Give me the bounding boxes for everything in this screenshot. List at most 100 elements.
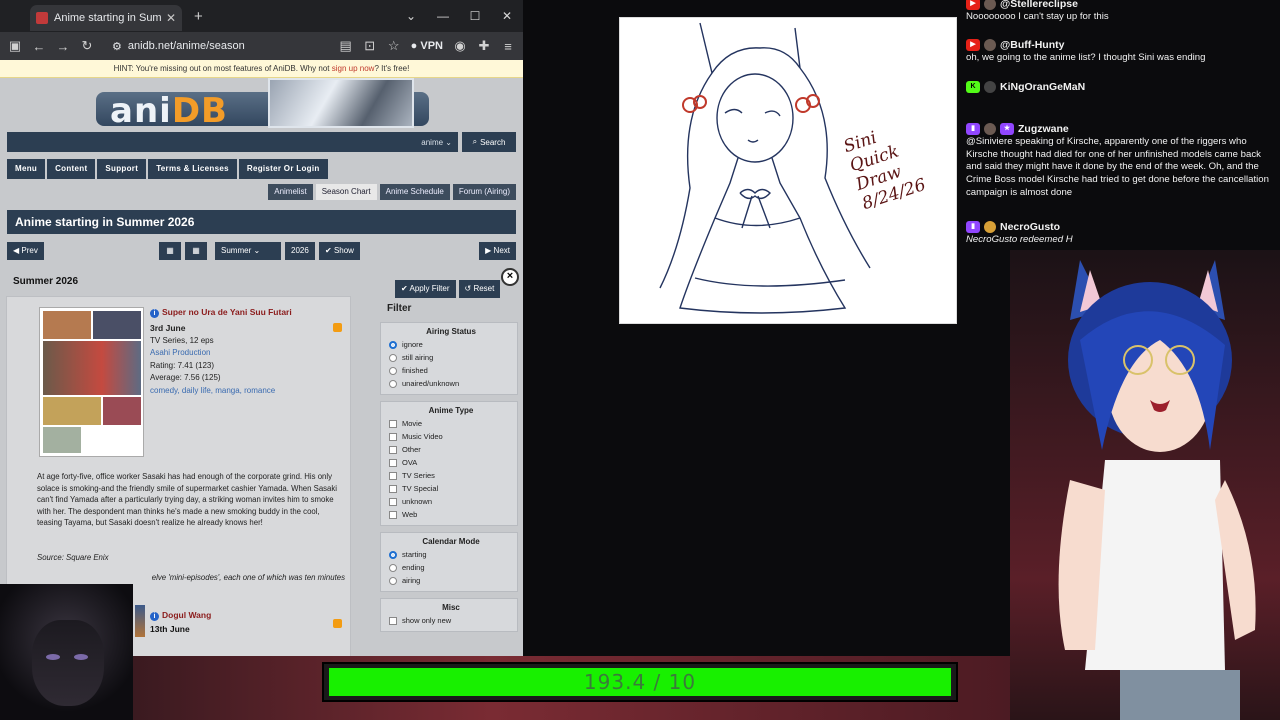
- type-option[interactable]: Other: [389, 443, 513, 456]
- new-tab-button[interactable]: +: [194, 8, 203, 25]
- twitch-icon: ▮: [966, 221, 980, 234]
- radio-selected[interactable]: [389, 550, 397, 559]
- bookmark-icon[interactable]: ☆: [387, 38, 401, 54]
- checkbox[interactable]: [389, 497, 397, 506]
- radio[interactable]: [389, 366, 397, 375]
- radio[interactable]: [389, 379, 397, 388]
- close-window-icon[interactable]: ✕: [491, 9, 523, 23]
- site-info-icon[interactable]: ⚙: [112, 40, 122, 53]
- vpn-button[interactable]: ● VPN: [411, 40, 443, 52]
- search-input[interactable]: anime ⌄: [7, 132, 458, 152]
- radio[interactable]: [389, 563, 397, 572]
- rss-icon-2[interactable]: [333, 619, 342, 628]
- checkbox[interactable]: [389, 616, 397, 625]
- filter-actions: ✔ Apply Filter ↺ Reset: [395, 280, 501, 298]
- airing-option[interactable]: unaired/unknown: [389, 377, 513, 390]
- type-option[interactable]: Movie: [389, 417, 513, 430]
- radio-selected[interactable]: [389, 340, 397, 349]
- close-filter-icon[interactable]: ×: [501, 268, 519, 286]
- reload-icon[interactable]: ↻: [80, 38, 94, 54]
- checkbox[interactable]: [389, 471, 397, 480]
- subnav-forum-airing[interactable]: Forum (Airing): [452, 184, 516, 200]
- prev-button[interactable]: ◀ Prev: [7, 242, 44, 260]
- compact-view-icon[interactable]: ▦: [185, 242, 207, 260]
- anime-title-text: Super no Ura de Yani Suu Futari: [162, 307, 292, 317]
- grid-view-icon[interactable]: ▦: [159, 242, 181, 260]
- calendar-mode-group: Calendar Mode starting ending airing: [380, 532, 518, 592]
- subnav-anime-schedule[interactable]: Anime Schedule: [379, 184, 450, 200]
- rss-icon[interactable]: [333, 323, 342, 332]
- anime-cover-image[interactable]: [39, 307, 144, 457]
- calendar-option[interactable]: airing: [389, 574, 513, 587]
- year-input[interactable]: 2026: [285, 242, 315, 260]
- type-option[interactable]: OVA: [389, 456, 513, 469]
- checkbox[interactable]: [389, 510, 397, 519]
- signup-link[interactable]: sign up now: [332, 64, 375, 73]
- air-date: 3rd June: [150, 323, 186, 333]
- anime-title-link[interactable]: i Super no Ura de Yani Suu Futari: [150, 307, 292, 318]
- checkbox[interactable]: [389, 458, 397, 467]
- chat-text: oh, we going to the anime list? I though…: [966, 51, 1206, 63]
- misc-option[interactable]: show only new: [389, 614, 513, 627]
- anidb-logo[interactable]: aniDB: [110, 91, 228, 131]
- synopsis-note: elve 'mini-episodes', each one of which …: [151, 573, 345, 582]
- checkbox[interactable]: [389, 445, 397, 454]
- tab-close-icon[interactable]: ✕: [166, 11, 176, 25]
- tags-links[interactable]: comedy, daily life, manga, romance: [150, 385, 275, 398]
- nav-register-login[interactable]: Register Or Login: [238, 159, 328, 179]
- nav-support[interactable]: Support: [97, 159, 147, 179]
- airing-option[interactable]: ignore: [389, 338, 513, 351]
- checkbox[interactable]: [389, 432, 397, 441]
- info-icon-2[interactable]: i: [150, 612, 159, 621]
- calendar-option[interactable]: starting: [389, 548, 513, 561]
- tab-anidb[interactable]: Anime starting in Summer 2026 ✕: [30, 5, 182, 31]
- season-select[interactable]: Summer ⌄: [215, 242, 281, 260]
- screenshot-icon[interactable]: ⊡: [363, 38, 377, 54]
- type-option[interactable]: Web: [389, 508, 513, 521]
- checkbox[interactable]: [389, 484, 397, 493]
- nav-menu[interactable]: Menu: [7, 159, 46, 179]
- next-label: Next: [493, 246, 510, 255]
- airing-option[interactable]: finished: [389, 364, 513, 377]
- type-option[interactable]: unknown: [389, 495, 513, 508]
- vpn-label: VPN: [420, 40, 443, 52]
- subnav-season-chart[interactable]: Season Chart: [315, 184, 377, 200]
- search-button[interactable]: ⌕ Search: [462, 132, 516, 152]
- sidebar-icon[interactable]: ▣: [8, 38, 22, 54]
- minimize-icon[interactable]: —: [427, 9, 459, 23]
- nav-content[interactable]: Content: [47, 159, 96, 179]
- type-option[interactable]: Music Video: [389, 430, 513, 443]
- next-button[interactable]: ▶ Next: [479, 242, 516, 260]
- subnav-animelist[interactable]: Animelist: [268, 184, 313, 200]
- radio[interactable]: [389, 353, 397, 362]
- info-icon[interactable]: i: [150, 309, 159, 318]
- apply-filter-button[interactable]: ✔ Apply Filter: [395, 280, 456, 298]
- radio[interactable]: [389, 576, 397, 585]
- forward-icon[interactable]: →: [56, 39, 70, 54]
- option-label: unknown: [402, 497, 433, 506]
- checkbox[interactable]: [389, 419, 397, 428]
- type-option[interactable]: TV Series: [389, 469, 513, 482]
- maximize-icon[interactable]: ☐: [459, 9, 491, 23]
- synopsis-source: Source: Square Enix: [37, 553, 109, 562]
- reset-button[interactable]: ↺ Reset: [458, 280, 501, 298]
- type-option[interactable]: TV Special: [389, 482, 513, 495]
- profile-icon[interactable]: ◉: [453, 38, 467, 54]
- studio-link[interactable]: Asahi Production: [150, 347, 275, 360]
- back-icon[interactable]: ←: [32, 39, 46, 54]
- tab-list-icon[interactable]: ⌄: [395, 9, 427, 23]
- search-scope-select[interactable]: anime: [421, 138, 443, 147]
- extensions-icon[interactable]: ✚: [477, 38, 491, 54]
- option-label: Web: [402, 510, 418, 519]
- anime-cover-image-2[interactable]: [135, 605, 145, 637]
- address-bar[interactable]: ⚙ anidb.net/anime/season: [112, 40, 322, 53]
- show-label: Show: [333, 246, 354, 255]
- reader-view-icon[interactable]: ▤: [339, 38, 353, 54]
- show-button[interactable]: ✔ Show: [319, 242, 360, 260]
- menu-icon[interactable]: ≡: [501, 39, 515, 54]
- anime-title-link-2[interactable]: i Dogul Wang: [150, 610, 211, 621]
- calendar-option[interactable]: ending: [389, 561, 513, 574]
- address-text: anidb.net/anime/season: [127, 40, 245, 52]
- nav-terms[interactable]: Terms & Licenses: [148, 159, 237, 179]
- airing-option[interactable]: still airing: [389, 351, 513, 364]
